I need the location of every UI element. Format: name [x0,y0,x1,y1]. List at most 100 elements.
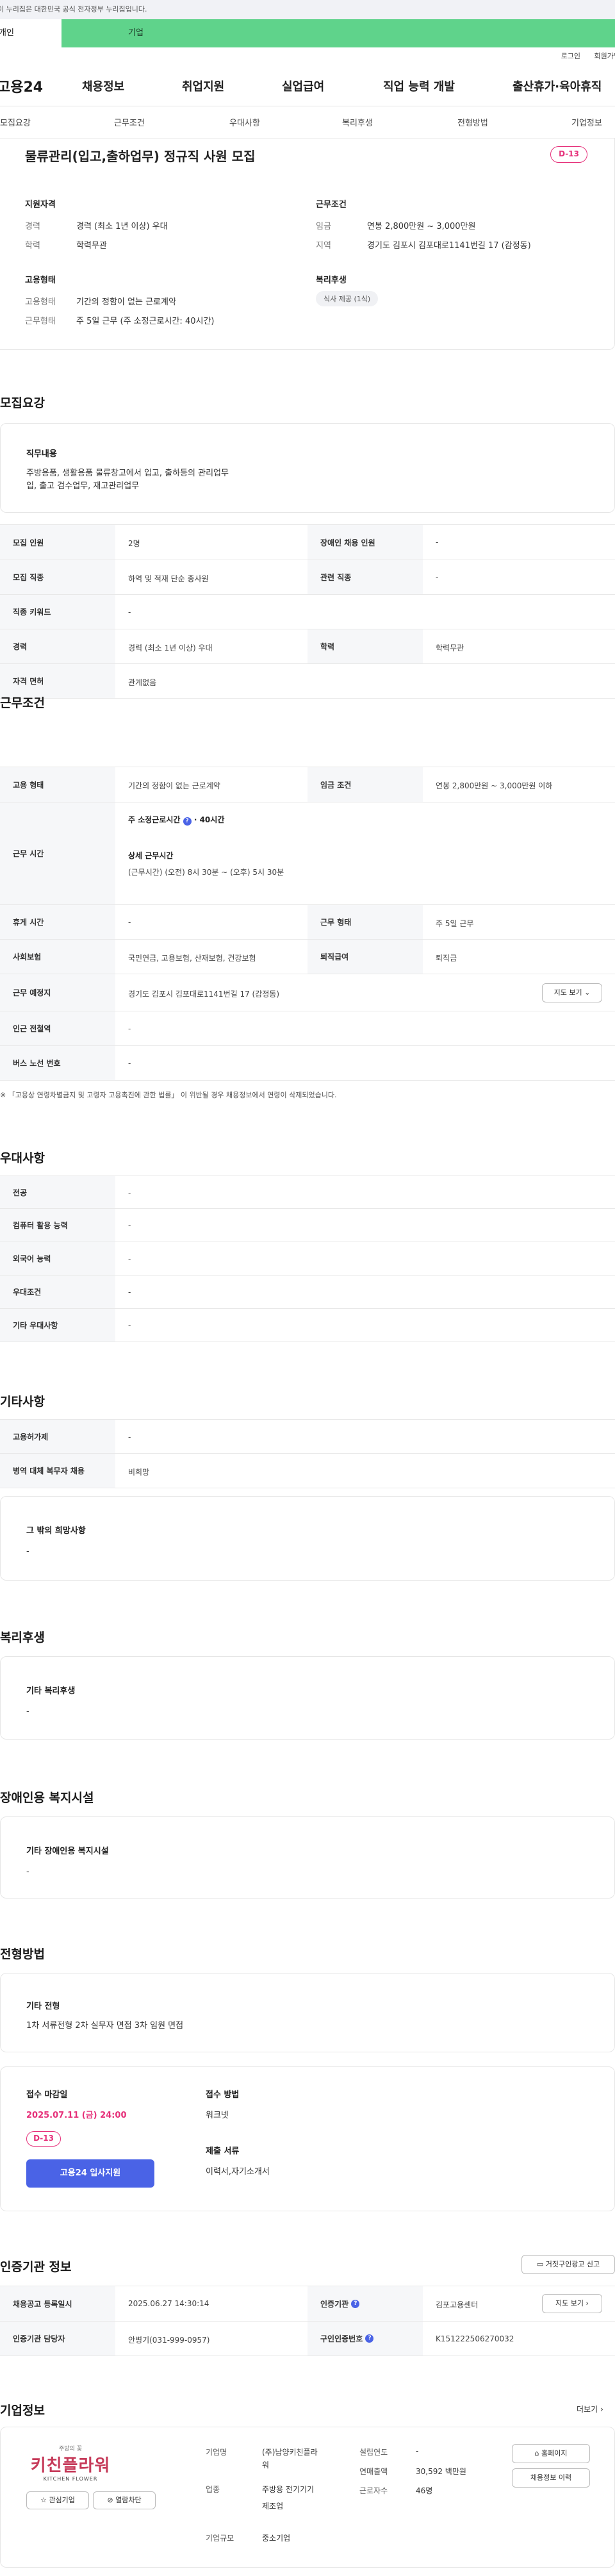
work-section-title: 근무조건 [0,696,45,710]
nav-parental-leave[interactable]: 출산휴가·육아휴직 [512,78,602,94]
login-link[interactable]: 로그인 [561,52,580,60]
gov-notice-bar: 이 누리집은 대한민국 공식 전자정부 누리집입니다. [0,0,615,19]
subnav-select[interactable]: 전형방법 [457,116,488,128]
signup-link[interactable]: 회원가입 [594,52,615,60]
docs-value: 이력서,자기소개서 [206,2167,270,2177]
hope-value: - [26,1547,29,1556]
subnav-company[interactable]: 기업정보 [571,116,602,128]
disabled-box-heading: 기타 장애인용 복지시설 [26,1847,109,1856]
weekly-hours: 주 소정근로시간 ? · 40시간 [128,815,225,826]
subnav-welfare[interactable]: 복리후생 [342,116,373,128]
select-box: 기타 전형 1차 서류전형 2차 실무자 면접 3차 임원 면접 [0,1973,615,2052]
fav-company-button[interactable]: ☆ 관심기업 [26,2491,89,2509]
gov-notice-text: 이 누리집은 대한민국 공식 전자정부 누리집입니다. [0,5,147,13]
nav-employment-support[interactable]: 취업지원 [182,78,224,94]
method-heading: 접수 방법 [206,2090,240,2100]
dday-badge: D-13 [550,146,587,163]
age-notice: ※ 「고용상 연령차별금지 및 고령자 고용촉진에 관한 법률」 이 위반될 경… [0,1091,337,1099]
table-row: 인증기관 담당자 안병기(031-999-0957) 구인인증번호 ? K1512… [0,2322,615,2356]
site-tabs: 개인 기업 [0,19,615,47]
welfare-box-heading: 기타 복리후생 [26,1686,76,1696]
utility-links: 로그인 회원가입 [0,47,615,65]
site-logo[interactable]: 고용24 [0,76,68,96]
main-nav: 고용24 채용정보 취업지원 실업급여 직업 능력 개발 출산휴가·육아휴직 [0,65,615,106]
workform-row: 근무형태 주 5일 근무 (주 소정근로시간: 40시간) [25,317,215,326]
chevron-right-icon: › [586,2299,589,2307]
recruit-section-title: 모집요강 [0,396,45,410]
nav-skills[interactable]: 직업 능력 개발 [383,78,455,94]
homepage-button[interactable]: ⌂ 홈페이지 [512,2444,590,2463]
subnav-work[interactable]: 근무조건 [114,116,145,128]
select-section-title: 전형방법 [0,1947,45,1961]
table-row: 버스 노선 번호 - [0,1046,615,1081]
table-row: 기타 우대사항 - [0,1309,615,1342]
table-row: 컴퓨터 활용 능력 - [0,1209,615,1242]
welfare-pill: 식사 제공 (1식) [316,291,379,306]
job-title: 물류관리(입고,출하업무) 정규직 사원 모집 [25,149,256,164]
report-button[interactable]: ▭ 거짓구인광고 신고 [521,2255,615,2274]
table-row: 우대조건 - [0,1276,615,1309]
table-row: 채용공고 등록일시 2025.06.27 14:30:14 인증기관 ? 김포고용… [0,2286,615,2322]
edu-row: 학력 학력무관 [25,241,107,251]
duty-heading: 직무내용 [26,449,57,459]
table-row: 인근 전철역 - [0,1011,615,1046]
job-history-button[interactable]: 채용정보 이력 [512,2468,590,2488]
star-icon: ☆ [40,2496,47,2504]
nav-jobs[interactable]: 채용정보 [82,78,124,94]
table-row: 경력 경력 (최소 1년 이상) 우대 학력 학력무관 [0,629,615,664]
nav-unemployment-benefit[interactable]: 실업급여 [282,78,324,94]
disabled-box: 기타 장애인용 복지시설 - [0,1816,615,1899]
region-row: 지역 경기도 김포시 김포대로1141번길 17 (감정동) [316,241,531,251]
table-row: 모집 인원 2명 장애인 채용 인원 - [0,524,615,560]
welfare-section-title: 복리후생 [0,1631,45,1645]
pref-section-title: 우대사항 [0,1151,45,1165]
company-section-title: 기업정보 [0,2404,45,2418]
table-row: 고용 형태 기간의 정함이 없는 근로계약 임금 조건 연봉 2,800만원 ~ 3… [0,767,615,802]
table-row: 근무 시간 주 소정근로시간 ? · 40시간 상세 근무시간 (근무시간) (… [0,802,615,905]
qualify-heading: 지원자격 [25,200,56,210]
company-box: 주방의 꽃 키친플라워 KITCHEN FLOWER ☆ 관심기업 ⊘ 열람차단… [0,2427,615,2568]
home-icon: ⌂ [534,2449,539,2457]
duty-box: 직무내용 주방용품, 생활용품 물류창고에서 입고, 출하등의 관리업무 입, … [0,423,615,513]
apply-dday-badge: D-13 [26,2131,61,2147]
table-row: 전공 - [0,1176,615,1209]
disabled-section-title: 장애인용 복지시설 [0,1791,94,1805]
employ-heading: 고용형태 [25,276,56,285]
select-box-value: 1차 서류전형 2차 실무자 면접 3차 임원 면접 [26,2021,184,2031]
block-button[interactable]: ⊘ 열람차단 [93,2491,156,2509]
docs-heading: 제출 서류 [206,2147,240,2156]
agency-section-title: 인증기관 정보 [0,2260,72,2274]
select-box-heading: 기타 전형 [26,2002,60,2011]
deadline-value: 2025.07.11 (금) 24:00 [26,2111,127,2120]
tab-individual[interactable]: 개인 [0,19,62,47]
method-value: 워크넷 [206,2111,229,2120]
welfare-heading: 복리후생 [316,276,347,285]
table-row: 사회보험 국민연금, 고용보험, 산재보험, 건강보험 퇴직급여 퇴직금 [0,940,615,974]
map-view-button[interactable]: 지도 보기 ⌄ [542,983,602,1002]
tab-company[interactable]: 기업 [62,19,615,47]
disabled-box-value: - [26,1867,29,1877]
table-row: 근무 예정지 경기도 김포시 김포대로1141번길 17 (감정동) 지도 보기 … [0,974,615,1011]
subnav-recruit[interactable]: 모집요강 [0,116,31,128]
chevron-down-icon: ⌄ [584,988,591,997]
welfare-box-value: - [26,1707,29,1716]
career-row: 경력 경력 (최소 1년 이상) 우대 [25,222,168,231]
company-logo: 주방의 꽃 키친플라워 KITCHEN FLOWER [30,2446,111,2482]
subnav-pref[interactable]: 우대사항 [229,116,260,128]
table-row: 자격 면허 관계없음 [0,664,615,699]
report-icon: ▭ [536,2260,544,2268]
table-row: 고용허가제 - [0,1419,615,1454]
info-icon[interactable]: ? [183,817,192,826]
agency-map-button[interactable]: 지도 보기 › [542,2294,602,2313]
info-icon[interactable]: ? [351,2299,360,2308]
info-icon[interactable]: ? [365,2334,374,2343]
company-more-link[interactable]: 더보기 › [577,2404,603,2414]
apply-button[interactable]: 고용24 입사지원 [26,2159,154,2188]
hope-heading: 그 밖의 희망사항 [26,1526,86,1536]
job-summary-card: 물류관리(입고,출하업무) 정규직 사원 모집 D-13 지원자격 경력 경력 (… [0,138,615,350]
block-icon: ⊘ [107,2496,113,2504]
duty-text-1: 주방용품, 생활용품 물류창고에서 입고, 출하등의 관리업무 [26,469,229,478]
duty-text-2: 입, 출고 검수업무, 재고관리업무 [26,481,140,491]
cond-heading: 근무조건 [316,200,347,210]
hope-box: 그 밖의 희망사항 - [0,1496,615,1581]
